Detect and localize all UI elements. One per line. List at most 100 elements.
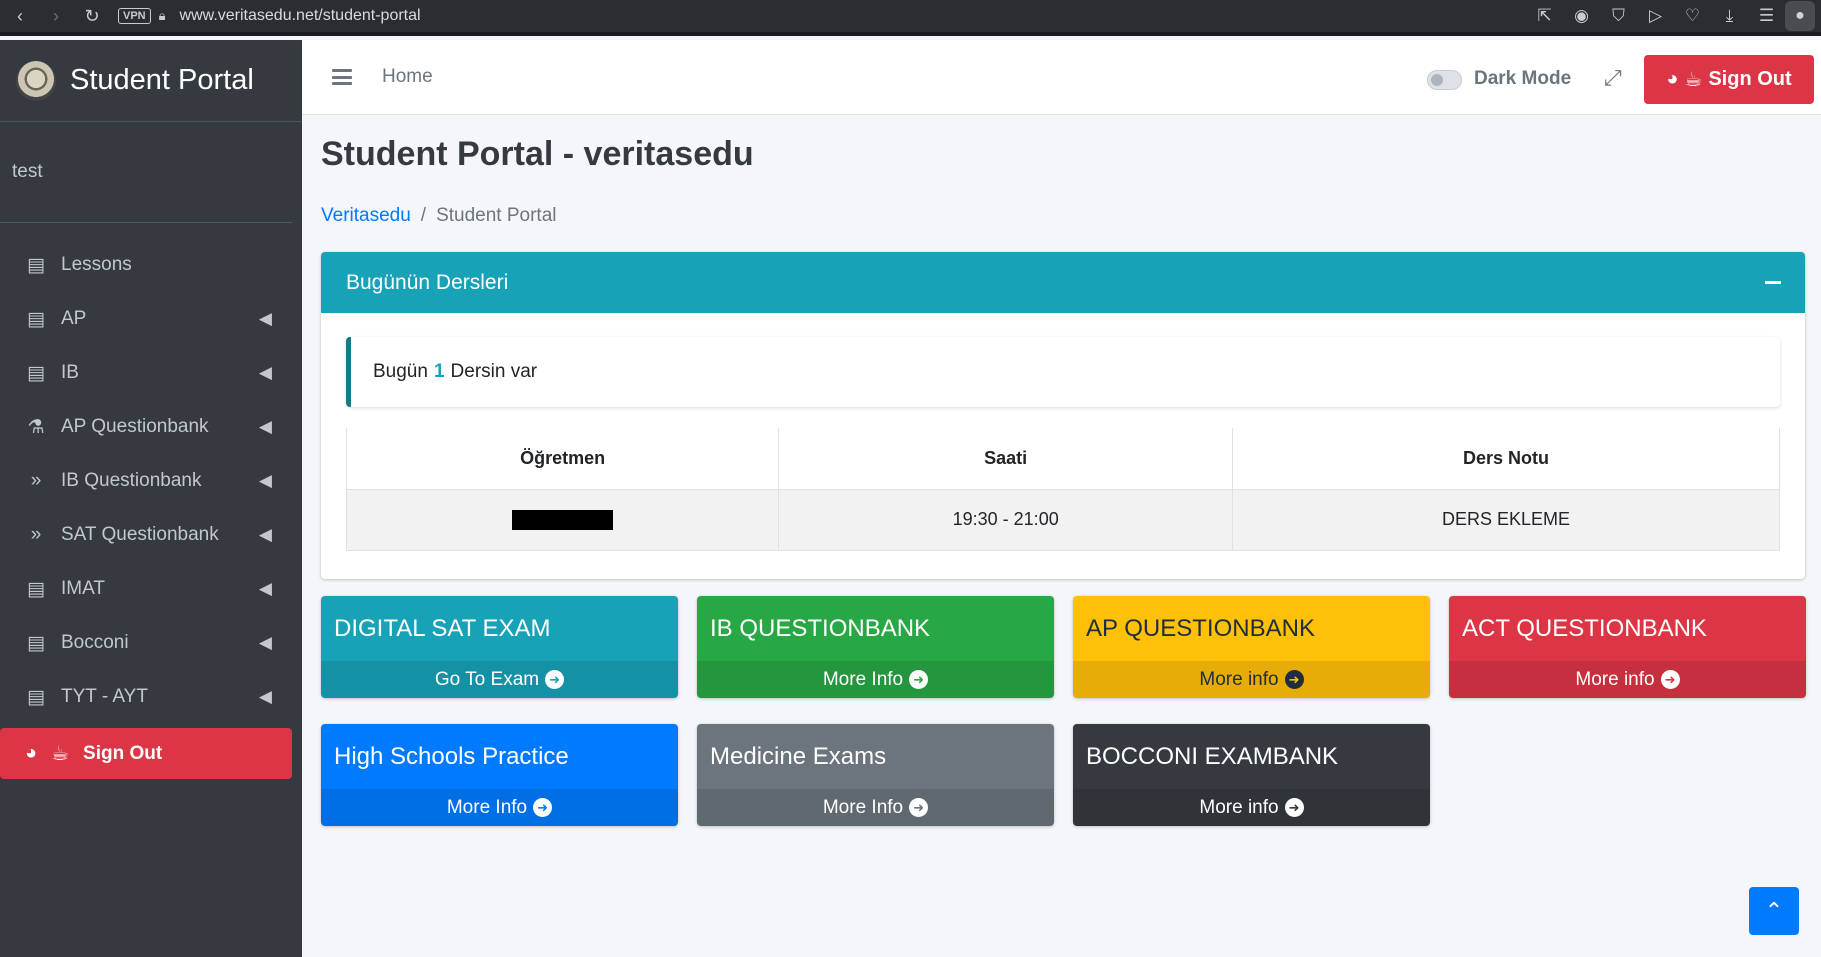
address-bar[interactable]: www.veritasedu.net/student-portal xyxy=(180,7,421,25)
sidebar-item-label: Bocconi xyxy=(61,632,129,653)
box-link[interactable]: Go To Exam ➜ xyxy=(321,661,678,698)
chevron-left-icon: ◀ xyxy=(258,579,272,598)
box-title: High Schools Practice xyxy=(321,724,678,789)
send-icon[interactable]: ▷ xyxy=(1637,6,1674,26)
sidebar-item-label: Lessons xyxy=(61,254,132,275)
dark-mode-toggle[interactable] xyxy=(1427,70,1462,90)
forward-icon[interactable]: › xyxy=(38,6,74,27)
collapse-icon[interactable] xyxy=(1765,281,1781,284)
teacher-cell xyxy=(345,488,780,551)
box-link-label: More info xyxy=(1575,668,1655,690)
box-link-label: More info xyxy=(1199,668,1279,690)
cookie-icon: ◕ xyxy=(1666,68,1679,90)
sidebar-item-imat[interactable]: ▤ IMAT ◀ xyxy=(0,562,302,616)
top-navbar: Home Dark Mode ⤢ ◕ ☕︎ Sign Out xyxy=(302,40,1821,115)
box-link[interactable]: More Info ➜ xyxy=(697,789,1054,826)
back-icon[interactable]: ‹ xyxy=(2,6,38,27)
brand[interactable]: Student Portal xyxy=(0,40,302,122)
reload-icon[interactable]: ↻ xyxy=(74,6,110,27)
sidebar-item-label: AP xyxy=(61,308,87,329)
chevron-left-icon: ◀ xyxy=(258,309,272,328)
profile-icon[interactable]: ● xyxy=(1785,1,1815,31)
box-link[interactable]: More info ➜ xyxy=(1449,661,1806,698)
box-link[interactable]: More info ➜ xyxy=(1073,789,1430,826)
sidebar-item-ap-questionbank[interactable]: ⚗ AP Questionbank ◀ xyxy=(0,400,302,454)
sidebar-signout-button[interactable]: ◕ ☕︎ Sign Out xyxy=(0,728,292,779)
sidebar-item-label: IB xyxy=(61,362,79,383)
box-link-label: Go To Exam xyxy=(434,668,540,690)
sidebar-item-bocconi[interactable]: ▤ Bocconi ◀ xyxy=(0,616,302,670)
table-row: 19:30 - 21:00 DERS EKLEME xyxy=(345,488,1780,551)
sidebar-item-ib[interactable]: ▤ IB ◀ xyxy=(0,346,302,400)
box-link-label: More Info xyxy=(822,796,904,818)
breadcrumb-current: Student Portal xyxy=(436,205,557,226)
todays-lessons-card: Bugünün Dersleri Bugün 1 Dersin var Öğre… xyxy=(321,252,1805,579)
box-link[interactable]: More Info ➜ xyxy=(697,661,1054,698)
double-chevron-icon: » xyxy=(30,470,42,491)
chevron-left-icon: ◀ xyxy=(258,417,272,436)
arrow-circle-right-icon: ➜ xyxy=(1284,798,1304,817)
chevron-up-icon: ⌃ xyxy=(1764,898,1784,923)
arrow-circle-right-icon: ➜ xyxy=(545,670,565,689)
back-to-top-button[interactable]: ⌃ xyxy=(1749,887,1799,935)
box-link-label: More Info xyxy=(822,668,904,690)
box-act-questionbank: ACT QUESTIONBANK More info ➜ xyxy=(1449,596,1806,698)
chevron-left-icon: ◀ xyxy=(258,471,272,490)
lock-icon[interactable]: 🔒︎ xyxy=(159,8,166,24)
sidebar-item-ib-questionbank[interactable]: » IB Questionbank ◀ xyxy=(0,454,302,508)
box-ib-questionbank: IB QUESTIONBANK More Info ➜ xyxy=(697,596,1054,698)
box-medicine-exams: Medicine Exams More Info ➜ xyxy=(697,724,1054,826)
book-icon: ▤ xyxy=(27,686,45,708)
brand-text: Student Portal xyxy=(70,64,254,96)
home-link[interactable]: Home xyxy=(382,66,433,88)
heart-icon[interactable]: ♡ xyxy=(1674,6,1711,26)
lesson-count-callout: Bugün 1 Dersin var xyxy=(346,337,1780,407)
breadcrumb-link[interactable]: Veritasedu xyxy=(321,205,411,226)
book-icon: ▤ xyxy=(27,578,45,600)
sidebar-signout-label: Sign Out xyxy=(83,742,163,764)
column-header-note: Ders Notu xyxy=(1232,428,1780,490)
sidebar-item-tyt-ayt[interactable]: ▤ TYT - AYT ◀ xyxy=(0,670,302,724)
box-link[interactable]: More info ➜ xyxy=(1073,661,1430,698)
page-title: Student Portal - veritasedu xyxy=(321,135,754,173)
sidebar-item-label: IMAT xyxy=(61,578,105,599)
box-high-schools-practice: High Schools Practice More Info ➜ xyxy=(321,724,678,826)
user-name[interactable]: test xyxy=(12,161,43,183)
browser-toolbar: ‹ › ↻ VPN 🔒︎ www.veritasedu.net/student-… xyxy=(0,0,1821,36)
sidebar-item-label: AP Questionbank xyxy=(61,416,209,437)
top-signout-label: Sign Out xyxy=(1708,68,1792,90)
main-content: Student Portal - veritasedu Veritasedu / S… xyxy=(302,115,1821,957)
breadcrumb-separator: / xyxy=(420,205,427,226)
arrow-circle-right-icon: ➜ xyxy=(909,670,929,689)
camera-icon[interactable]: ◉ xyxy=(1563,6,1600,26)
card-title: Bugünün Dersleri xyxy=(346,270,509,294)
box-title: AP QUESTIONBANK xyxy=(1073,596,1430,661)
box-link[interactable]: More Info ➜ xyxy=(321,789,678,826)
chevron-left-icon: ◀ xyxy=(258,633,272,652)
box-title: DIGITAL SAT EXAM xyxy=(321,596,678,661)
box-digital-sat-exam: DIGITAL SAT EXAM Go To Exam ➜ xyxy=(321,596,678,698)
dark-mode-label[interactable]: Dark Mode xyxy=(1474,68,1571,90)
menu-list-icon[interactable]: ☰ xyxy=(1748,6,1785,26)
box-title: ACT QUESTIONBANK xyxy=(1449,596,1806,661)
table-header-row: Öğretmen Saati Ders Notu xyxy=(345,428,1780,490)
lesson-count: 1 xyxy=(433,361,445,382)
vpn-badge[interactable]: VPN xyxy=(118,8,151,24)
box-title: Medicine Exams xyxy=(697,724,1054,789)
sidebar: Student Portal test ▤ Lessons ▤ AP ◀ ▤ I… xyxy=(0,40,302,957)
box-ap-questionbank: AP QUESTIONBANK More info ➜ xyxy=(1073,596,1430,698)
shield-icon[interactable]: ⛉ xyxy=(1600,6,1637,26)
share-icon[interactable]: ⇱ xyxy=(1526,6,1563,26)
user-panel[interactable]: test xyxy=(0,122,292,223)
fullscreen-icon[interactable]: ⤢ xyxy=(1604,65,1622,91)
lessons-table: Öğretmen Saati Ders Notu 19:30 - 21:00 D… xyxy=(345,428,1780,551)
hamburger-menu-icon[interactable] xyxy=(332,69,352,85)
sidebar-item-label: SAT Questionbank xyxy=(61,524,219,545)
book-icon: ▤ xyxy=(27,362,45,384)
download-icon[interactable]: ⤓ xyxy=(1711,6,1748,26)
sidebar-item-ap[interactable]: ▤ AP ◀ xyxy=(0,292,302,346)
top-signout-button[interactable]: ◕ ☕︎ Sign Out xyxy=(1644,55,1814,104)
sidebar-item-sat-questionbank[interactable]: » SAT Questionbank ◀ xyxy=(0,508,302,562)
column-header-time: Saati xyxy=(778,428,1234,490)
sidebar-item-lessons[interactable]: ▤ Lessons xyxy=(0,238,302,292)
